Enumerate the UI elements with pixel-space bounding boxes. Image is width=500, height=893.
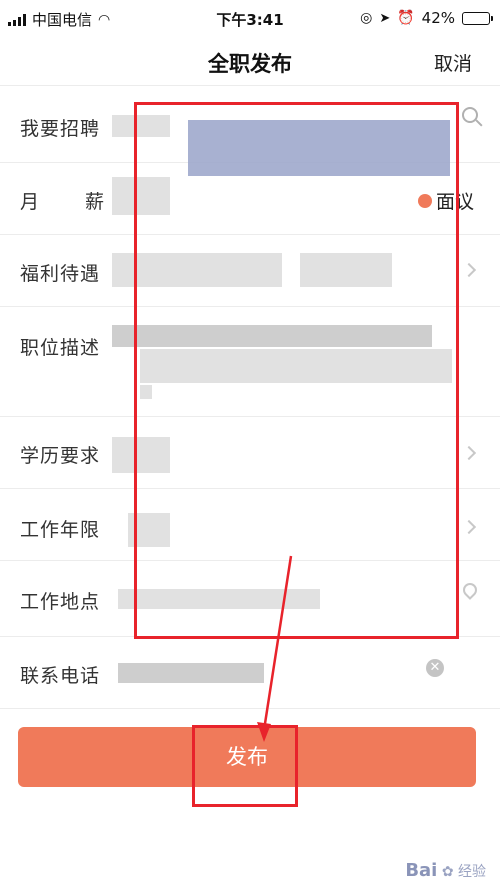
paw-icon: ✿ xyxy=(441,864,454,880)
watermark: Bai ✿ 经验 xyxy=(405,860,486,881)
watermark-text: 经验 xyxy=(458,864,486,880)
watermark-brand: Bai xyxy=(405,860,438,881)
annotation-arrow-icon xyxy=(257,555,293,742)
